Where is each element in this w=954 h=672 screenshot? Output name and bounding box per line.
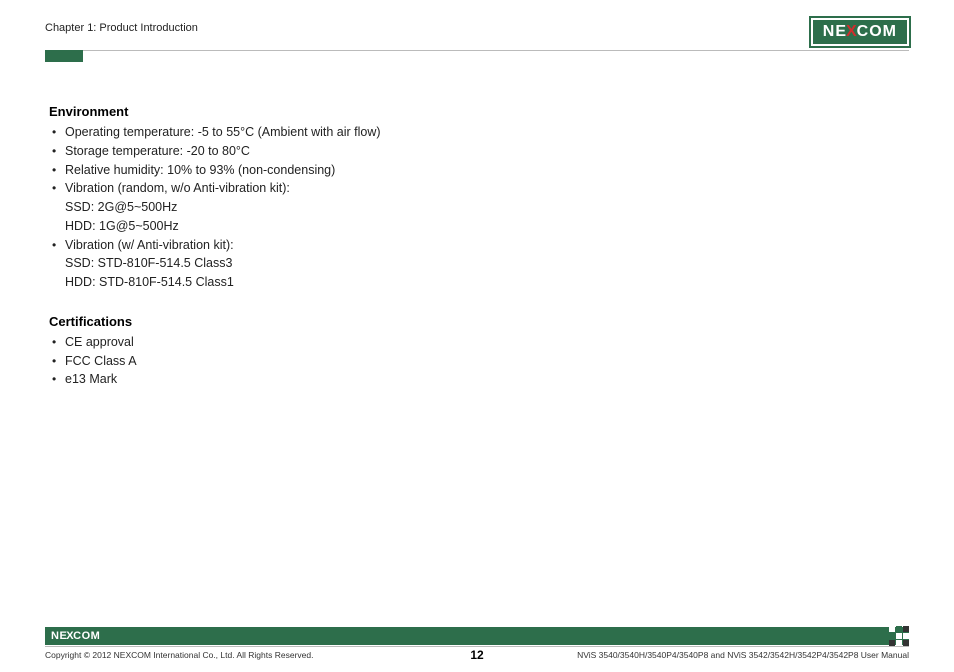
list-item: Vibration (w/ Anti-vibration kit): SSD: … [49, 236, 909, 292]
list-item: Storage temperature: -20 to 80°C [49, 142, 909, 161]
list-item: Operating temperature: -5 to 55°C (Ambie… [49, 123, 909, 142]
logo-post: COM [857, 23, 897, 41]
item-text: CE approval [65, 335, 134, 349]
content-area: Environment Operating temperature: -5 to… [45, 104, 909, 389]
nexcom-logo-top: NEXCOM [811, 18, 909, 46]
list-item: Vibration (random, w/o Anti-vibration ki… [49, 179, 909, 235]
item-text: Relative humidity: 10% to 93% (non-conde… [65, 163, 335, 177]
logo-pre: NE [51, 630, 67, 642]
item-text: Vibration (random, w/o Anti-vibration ki… [65, 181, 290, 195]
chapter-title: Chapter 1: Product Introduction [45, 18, 198, 34]
item-text: FCC Class A [65, 354, 137, 368]
footer: NEXCOM Copyright © 2012 NEXCOM Internati… [45, 627, 909, 660]
section-title: Certifications [49, 314, 909, 329]
item-text: Operating temperature: -5 to 55°C (Ambie… [65, 125, 381, 139]
logo-pre: NE [823, 23, 847, 41]
header-tab-accent [45, 50, 83, 62]
footer-divider [45, 646, 909, 647]
list-item: FCC Class A [49, 352, 909, 371]
model-info: NViS 3540/3540H/3540P4/3540P8 and NViS 3… [577, 650, 909, 660]
list-item: e13 Mark [49, 370, 909, 389]
copyright-text: Copyright © 2012 NEXCOM International Co… [45, 650, 313, 660]
item-subline: HDD: 1G@5~500Hz [65, 217, 909, 236]
item-subline: SSD: STD-810F-514.5 Class3 [65, 254, 909, 273]
list-item: CE approval [49, 333, 909, 352]
item-text: Vibration (w/ Anti-vibration kit): [65, 238, 234, 252]
env-list: Operating temperature: -5 to 55°C (Ambie… [49, 123, 909, 292]
footer-squares-icon [889, 626, 909, 646]
item-subline: SSD: 2G@5~500Hz [65, 198, 909, 217]
section-title: Environment [49, 104, 909, 119]
section-environment: Environment Operating temperature: -5 to… [49, 104, 909, 292]
item-subline: HDD: STD-810F-514.5 Class1 [65, 273, 909, 292]
logo-post: COM [73, 630, 100, 642]
cert-list: CE approval FCC Class A e13 Mark [49, 333, 909, 389]
list-item: Relative humidity: 10% to 93% (non-conde… [49, 161, 909, 180]
footer-bar: NEXCOM [45, 627, 909, 645]
section-certifications: Certifications CE approval FCC Class A e… [49, 314, 909, 389]
item-text: Storage temperature: -20 to 80°C [65, 144, 250, 158]
item-text: e13 Mark [65, 372, 117, 386]
header-divider [45, 50, 909, 51]
page-number: 12 [470, 648, 483, 662]
nexcom-logo-bottom: NEXCOM [51, 630, 100, 642]
